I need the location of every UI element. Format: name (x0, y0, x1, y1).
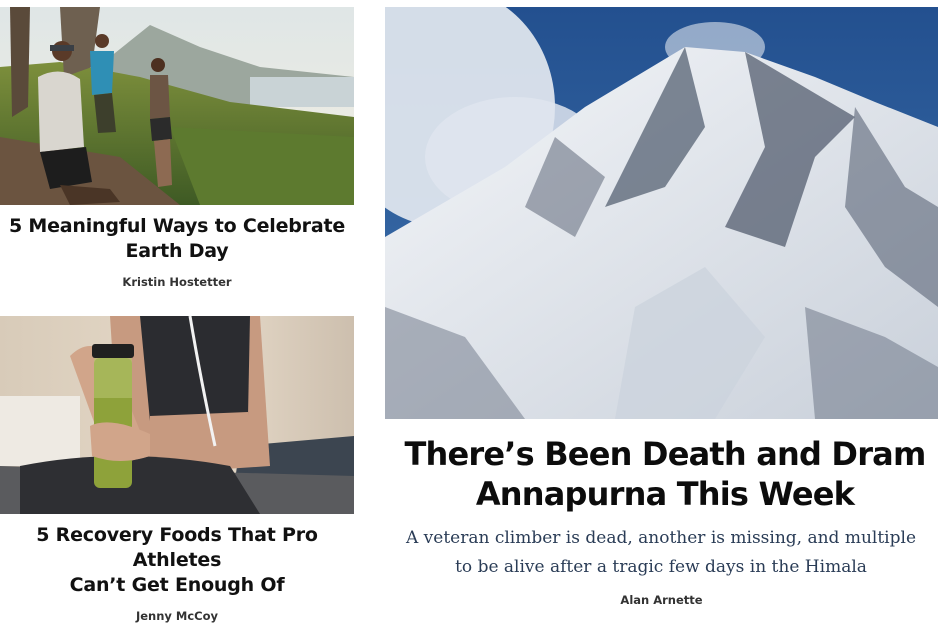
article-title-line-1: 5 Recovery Foods That Pro Athletes (36, 524, 318, 571)
article-thumbnail-hikers[interactable] (0, 7, 354, 205)
article-title[interactable]: 5 Meaningful Ways to Celebrate Earth Day (0, 214, 354, 264)
article-author[interactable]: Kristin Hostetter (0, 275, 354, 289)
annapurna-mountain-image (385, 7, 938, 419)
featured-article-annapurna: There’s Been Death and Dram Annapurna Th… (385, 7, 938, 625)
featured-dek-line-2: to be alive after a tragic few days in t… (455, 557, 867, 577)
featured-dek-line-1: A veteran climber is dead, another is mi… (405, 528, 917, 548)
article-title-line-1: 5 Meaningful Ways to Celebrate (8, 215, 346, 237)
article-title-line-2: Earth Day (125, 240, 229, 262)
featured-dek: A veteran climber is dead, another is mi… (385, 524, 938, 582)
article-card-recovery-foods: 5 Recovery Foods That Pro Athletes Can’t… (0, 316, 354, 623)
featured-title[interactable]: There’s Been Death and Dram Annapurna Th… (385, 434, 938, 514)
featured-hero-image[interactable] (385, 7, 938, 419)
article-title-line-2: Can’t Get Enough Of (69, 574, 285, 596)
smoothie-image (0, 316, 354, 514)
featured-title-line-1: There’s Been Death and Dram (404, 435, 926, 473)
featured-title-line-2: Annapurna This Week (475, 475, 855, 513)
hikers-image (0, 7, 354, 205)
featured-author[interactable]: Alan Arnette (385, 593, 938, 607)
article-title[interactable]: 5 Recovery Foods That Pro Athletes Can’t… (0, 523, 354, 598)
article-author[interactable]: Jenny McCoy (0, 609, 354, 623)
article-thumbnail-smoothie[interactable] (0, 316, 354, 514)
article-card-earth-day: 5 Meaningful Ways to Celebrate Earth Day… (0, 7, 354, 289)
